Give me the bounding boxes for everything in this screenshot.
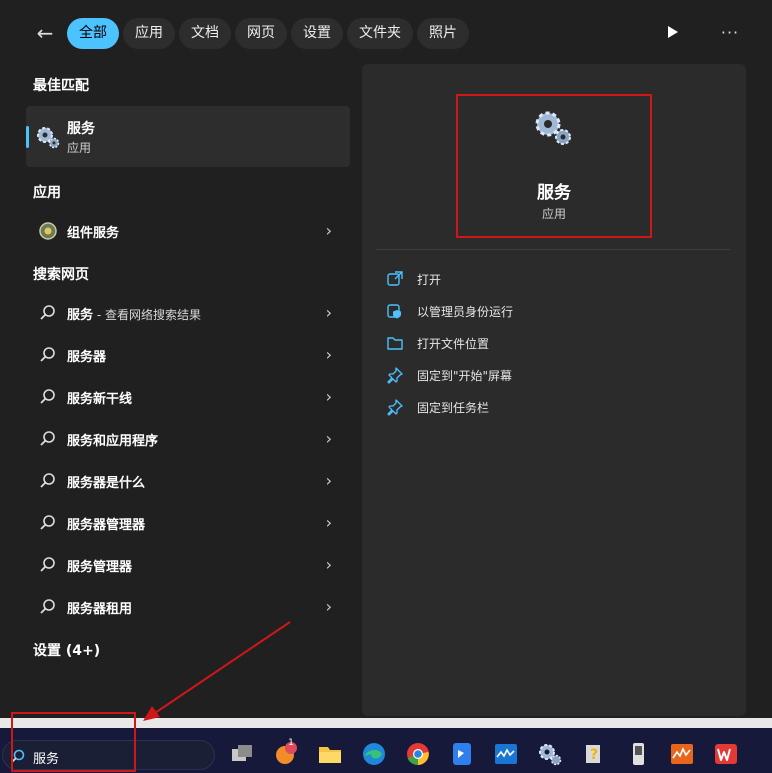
action-run-as-admin[interactable]: 以管理员身份运行: [386, 299, 706, 323]
best-match-subtitle: 应用: [67, 141, 92, 155]
search-icon: [40, 305, 55, 320]
tab-apps[interactable]: 应用: [123, 18, 175, 49]
web-result-label: 服务器租用: [67, 602, 133, 617]
web-result-item[interactable]: 服务器是什么 ›: [26, 463, 350, 499]
action-label: 打开: [417, 273, 442, 287]
divider: [376, 249, 730, 250]
web-result-item[interactable]: 服务管理器 ›: [26, 547, 350, 583]
notification-badge: 1: [288, 738, 294, 748]
edge-browser-icon[interactable]: [360, 740, 388, 768]
preview-subtitle: 应用: [541, 207, 566, 221]
web-result-item[interactable]: 服务 - 查看网络搜索结果 ›: [26, 295, 350, 331]
search-icon: [40, 515, 55, 530]
best-match-title: 服务: [67, 121, 95, 137]
search-icon: [40, 599, 55, 614]
folder-icon: [387, 337, 403, 350]
action-pin-to-taskbar[interactable]: 固定到任务栏: [386, 395, 706, 419]
pin-icon: [387, 399, 403, 416]
services-gear-icon: [37, 127, 60, 149]
best-match-item[interactable]: 服务 应用: [26, 106, 350, 167]
chevron-right-icon[interactable]: ›: [326, 555, 332, 574]
tab-web[interactable]: 网页: [235, 18, 287, 49]
chevron-right-icon[interactable]: ›: [326, 513, 332, 532]
best-match-heading: 最佳匹配: [33, 78, 89, 94]
chevron-right-icon[interactable]: ›: [326, 303, 332, 322]
preview-pane: 服务 应用 打开 以管理员身份运行 打开文件位置 固定到"开始"屏幕 固定到任务…: [362, 64, 746, 716]
wps-office-icon[interactable]: [712, 740, 740, 768]
services-gear-icon[interactable]: [536, 740, 564, 768]
tab-photos[interactable]: 照片: [417, 18, 469, 49]
web-search-heading: 搜索网页: [33, 267, 89, 283]
web-result-item[interactable]: 服务器管理器 ›: [26, 505, 350, 541]
web-result-item[interactable]: 服务器租用 ›: [26, 589, 350, 625]
tab-all[interactable]: 全部: [67, 18, 119, 49]
feishu-app-icon[interactable]: [448, 740, 476, 768]
open-external-icon: [387, 271, 403, 286]
component-services-icon: [39, 222, 57, 240]
search-icon: [40, 389, 55, 404]
admin-shield-icon: [387, 304, 401, 319]
services-gear-icon: [535, 111, 571, 145]
selection-indicator: [26, 126, 29, 148]
web-result-label: 服务器是什么: [67, 476, 146, 491]
chevron-right-icon[interactable]: ›: [326, 471, 332, 490]
chrome-icon[interactable]: [404, 740, 432, 768]
preview-title: 服务: [537, 183, 571, 203]
search-icon: [40, 473, 55, 488]
more-options-icon[interactable]: ···: [718, 21, 742, 45]
tab-folders[interactable]: 文件夹: [347, 18, 413, 49]
search-flyout: ← 全部 应用 文档 网页 设置 文件夹 照片 ··· 最佳匹配 服务 应用 应…: [0, 0, 772, 718]
notification-app-icon[interactable]: 1: [272, 738, 300, 768]
web-result-label: 服务器: [67, 350, 107, 365]
web-result-item[interactable]: 服务新干线 ›: [26, 379, 350, 415]
file-explorer-icon[interactable]: [316, 740, 344, 768]
web-result-item[interactable]: 服务和应用程序 ›: [26, 421, 350, 457]
action-open[interactable]: 打开: [386, 267, 706, 291]
chevron-right-icon[interactable]: ›: [326, 597, 332, 616]
app-item-component-services[interactable]: 组件服务 ›: [26, 213, 350, 249]
action-label: 固定到"开始"屏幕: [417, 369, 513, 383]
svg-text:?: ?: [590, 747, 598, 763]
back-arrow-icon[interactable]: ←: [33, 22, 57, 46]
web-result-label: 服务管理器: [67, 560, 133, 575]
settings-heading[interactable]: 设置 (4+): [33, 640, 100, 660]
search-icon: [40, 347, 55, 362]
chevron-right-icon[interactable]: ›: [326, 429, 332, 448]
chevron-right-icon[interactable]: ›: [326, 345, 332, 364]
tab-settings[interactable]: 设置: [291, 18, 343, 49]
action-open-file-location[interactable]: 打开文件位置: [386, 331, 706, 355]
chevron-right-icon[interactable]: ›: [326, 387, 332, 406]
action-label: 打开文件位置: [417, 337, 490, 351]
search-highlight-box: [11, 712, 136, 772]
app-item-label: 组件服务: [67, 226, 120, 241]
search-icon: [40, 557, 55, 572]
play-icon[interactable]: [668, 26, 678, 38]
web-result-label: 服务 - 查看网络搜索结果: [67, 308, 201, 323]
web-result-label: 服务器管理器: [67, 518, 146, 533]
tab-documents[interactable]: 文档: [179, 18, 231, 49]
apps-heading: 应用: [33, 185, 61, 201]
web-result-item[interactable]: 服务器 ›: [26, 337, 350, 373]
chart-app-icon[interactable]: [668, 740, 696, 768]
action-label: 以管理员身份运行: [417, 305, 514, 319]
action-pin-to-start[interactable]: 固定到"开始"屏幕: [386, 363, 706, 387]
action-label: 固定到任务栏: [417, 401, 490, 415]
pin-icon: [387, 367, 403, 384]
chevron-right-icon[interactable]: ›: [326, 221, 332, 240]
search-icon: [40, 431, 55, 446]
device-app-icon[interactable]: [624, 740, 652, 768]
web-result-label: 服务新干线: [67, 392, 133, 407]
web-result-label: 服务和应用程序: [67, 434, 159, 449]
task-view-icon[interactable]: [228, 740, 256, 768]
help-app-icon[interactable]: ?: [580, 740, 608, 768]
monitor-app-icon[interactable]: [492, 740, 520, 768]
